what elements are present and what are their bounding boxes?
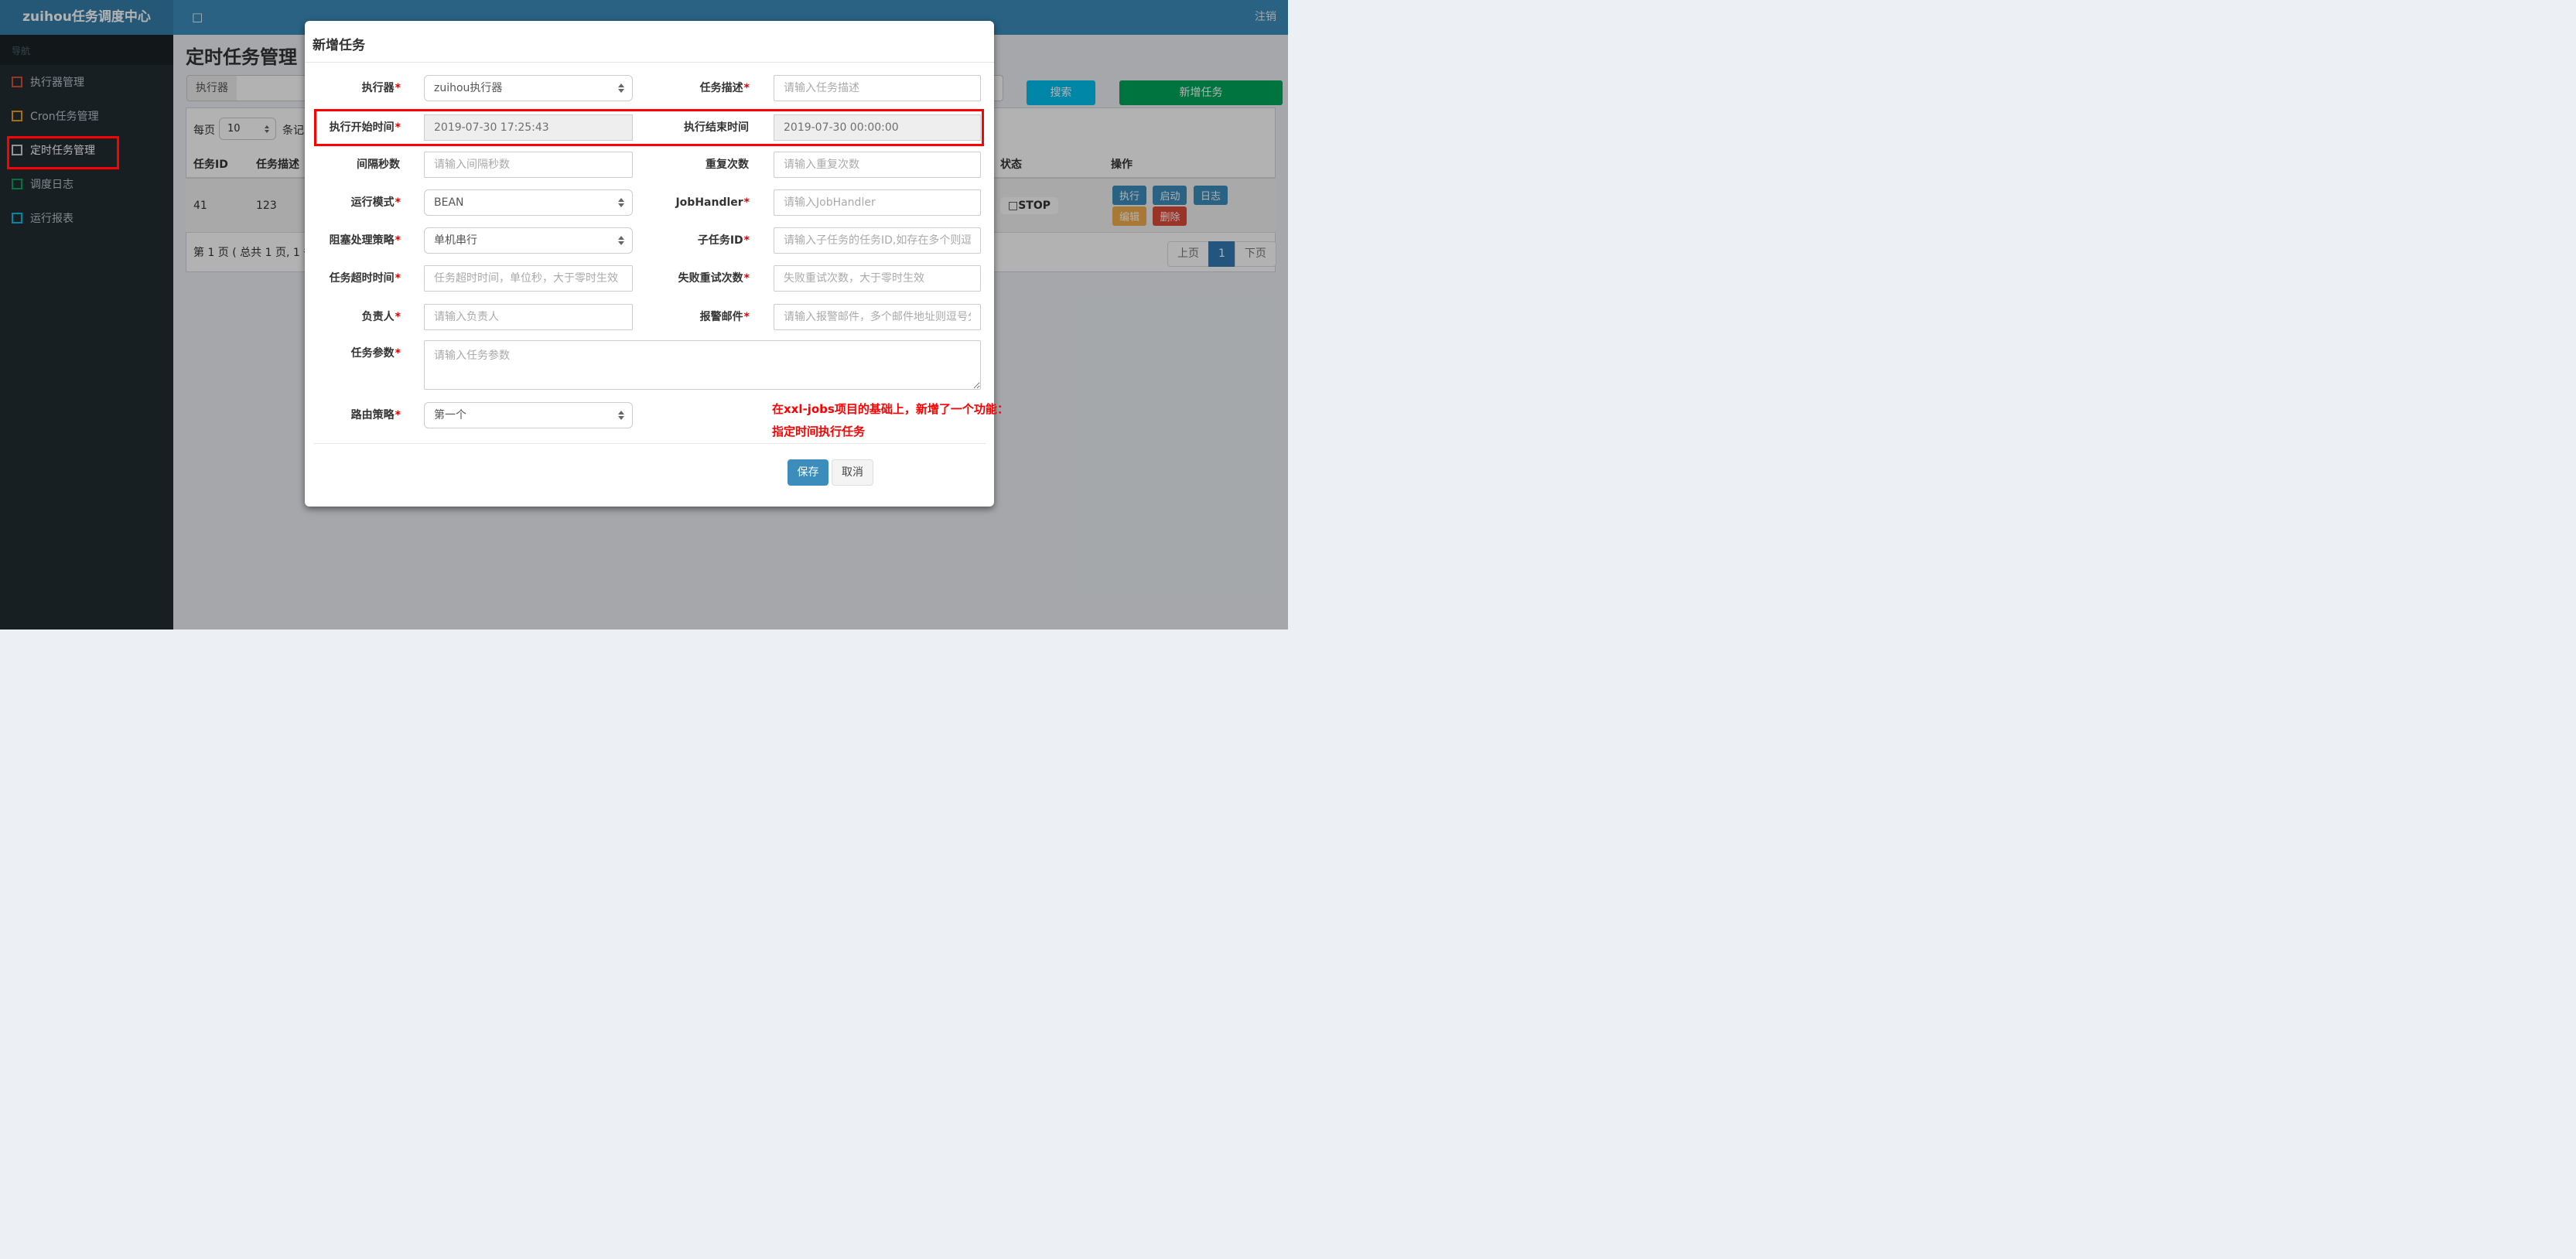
select-arrows-icon (618, 236, 624, 245)
annotation-note-line2: 指定时间执行任务 (772, 425, 866, 438)
executor-select[interactable]: zuihou执行器 (424, 75, 633, 101)
required-asterisk: * (743, 82, 750, 94)
select-arrows-icon (618, 84, 624, 93)
run-mode-select-value: BEAN (434, 196, 464, 209)
required-asterisk: * (743, 196, 750, 209)
timeout-input[interactable] (424, 265, 633, 292)
required-asterisk: * (743, 311, 750, 323)
run-mode-select[interactable]: BEAN (424, 189, 633, 216)
jobhandler-label: JobHandler* (675, 196, 750, 209)
fail-retry-input[interactable] (774, 265, 981, 292)
job-param-textarea[interactable] (424, 340, 981, 390)
alarm-email-label: 报警邮件* (699, 311, 750, 323)
start-time-input[interactable] (424, 114, 633, 141)
route-strategy-select-value: 第一个 (434, 409, 466, 421)
fail-retry-label: 失败重试次数* (678, 272, 750, 285)
required-asterisk: * (395, 234, 401, 247)
job-param-label: 任务参数* (350, 347, 401, 360)
run-mode-label: 运行模式* (350, 196, 401, 209)
select-arrows-icon (618, 411, 624, 420)
required-asterisk: * (395, 409, 401, 421)
select-arrows-icon (618, 198, 624, 207)
required-asterisk: * (395, 347, 401, 360)
child-jobid-input[interactable] (774, 227, 981, 254)
block-strategy-select-value: 单机串行 (434, 234, 477, 247)
jobhandler-input[interactable] (774, 189, 981, 216)
interval-label: 间隔秒数 (357, 159, 400, 171)
block-strategy-select[interactable]: 单机串行 (424, 227, 633, 254)
required-asterisk: * (743, 272, 750, 285)
child-jobid-label: 子任务ID* (697, 234, 750, 247)
block-strategy-label: 阻塞处理策略* (329, 234, 401, 247)
repeat-count-label: 重复次数 (705, 159, 749, 171)
save-button[interactable]: 保存 (787, 459, 828, 486)
job-desc-label: 任务描述* (699, 82, 750, 94)
required-asterisk: * (395, 82, 401, 94)
author-input[interactable] (424, 304, 633, 330)
executor-label: 执行器* (361, 82, 401, 94)
required-asterisk: * (395, 311, 401, 323)
modal-footer-divider (314, 443, 986, 444)
timeout-label: 任务超时时间* (329, 272, 401, 285)
add-task-modal: 新增任务 执行器* zuihou执行器 任务描述* 执行开始时间* 执行结束时间… (305, 21, 1009, 507)
app-window: zuihou任务调度中心 □ 注销 导航 执行器管理 Cron任务管理 定时任务… (0, 0, 1288, 630)
required-asterisk: * (395, 196, 401, 209)
required-asterisk: * (395, 121, 401, 134)
route-strategy-select[interactable]: 第一个 (424, 402, 633, 428)
end-time-label: 执行结束时间 (684, 121, 749, 134)
annotation-note-line1: 在xxl-jobs项目的基础上，新增了一个功能： (772, 402, 1009, 416)
route-strategy-label: 路由策略* (350, 409, 401, 421)
cancel-button[interactable]: 取消 (832, 459, 873, 486)
interval-input[interactable] (424, 152, 633, 178)
alarm-email-input[interactable] (774, 304, 981, 330)
required-asterisk: * (395, 272, 401, 285)
modal-header-divider (305, 62, 994, 63)
required-asterisk: * (743, 234, 750, 247)
end-time-input[interactable] (774, 114, 981, 141)
repeat-count-input[interactable] (774, 152, 981, 178)
annotation-note: 在xxl-jobs项目的基础上，新增了一个功能： 指定时间执行任务 (772, 398, 1009, 443)
start-time-label: 执行开始时间* (329, 121, 401, 134)
executor-select-value: zuihou执行器 (434, 82, 503, 94)
modal-title: 新增任务 (313, 38, 365, 53)
job-desc-input[interactable] (774, 75, 981, 101)
author-label: 负责人* (361, 311, 401, 323)
